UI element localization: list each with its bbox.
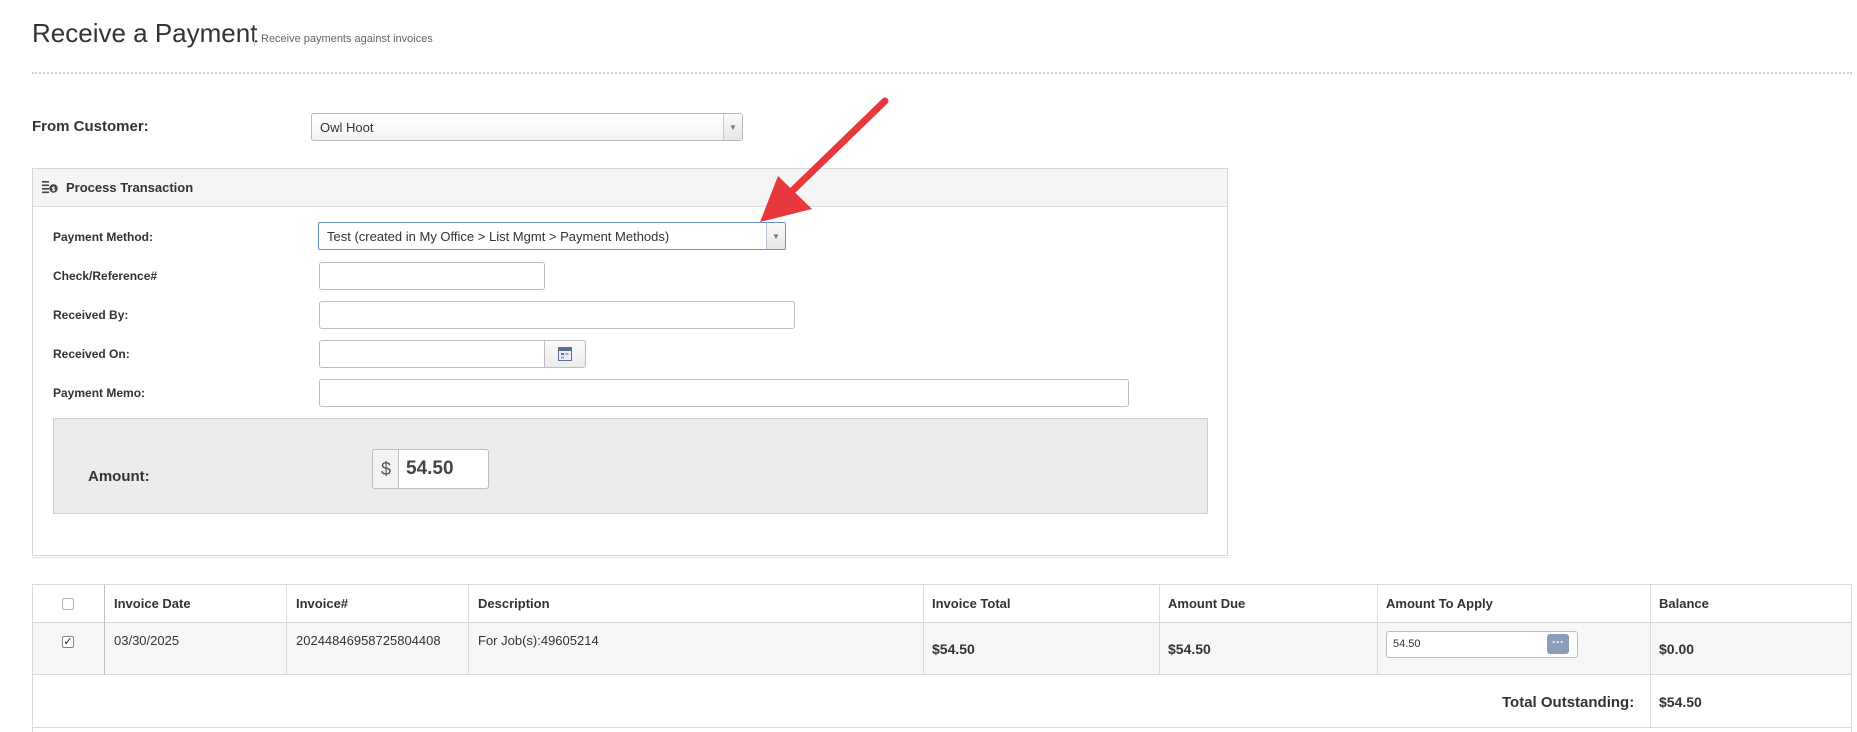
chevron-down-icon[interactable]: ▼ — [766, 223, 785, 249]
column-divider — [104, 585, 105, 674]
column-header-invoice-total[interactable]: Invoice Total — [932, 596, 1011, 611]
invoice-total-cell: $54.50 — [932, 641, 975, 657]
received-on-input[interactable] — [319, 340, 545, 368]
page-subtitle: Receive payments against invoices — [261, 33, 433, 45]
column-header-amount-due[interactable]: Amount Due — [1168, 596, 1245, 611]
amount-label: Amount: — [88, 468, 150, 485]
balance-cell: $0.00 — [1659, 641, 1695, 657]
column-header-balance[interactable]: Balance — [1659, 596, 1709, 611]
calendar-icon — [558, 347, 572, 361]
column-header-invoice-number[interactable]: Invoice# — [296, 596, 348, 611]
column-header-invoice-date[interactable]: Invoice Date — [114, 596, 191, 611]
amount-input[interactable] — [398, 449, 489, 489]
payment-method-label: Payment Method: — [53, 230, 154, 244]
received-on-label: Received On: — [53, 347, 130, 361]
panel-title: Process Transaction — [66, 180, 194, 195]
column-divider — [1650, 585, 1651, 727]
total-outstanding-label: Total Outstanding: — [1502, 694, 1635, 711]
svg-text:$: $ — [51, 186, 55, 193]
invoice-date-cell: 03/30/2025 — [114, 633, 180, 648]
column-divider — [1377, 585, 1378, 674]
select-all-checkbox[interactable] — [62, 598, 74, 610]
customer-select-value: Owl Hoot — [320, 120, 374, 135]
payment-method-value: Test (created in My Office > List Mgmt >… — [327, 229, 670, 244]
title-divider — [254, 30, 255, 46]
invoice-number-cell: 20244846958725804408 — [296, 633, 441, 648]
row-divider — [33, 727, 1851, 728]
coins-icon: $ — [42, 181, 58, 194]
column-header-description[interactable]: Description — [478, 596, 550, 611]
column-divider — [1159, 585, 1160, 674]
total-outstanding-value: $54.50 — [1659, 694, 1702, 710]
customer-select[interactable]: Owl Hoot ▼ — [311, 113, 743, 141]
column-header-amount-to-apply[interactable]: Amount To Apply — [1386, 596, 1493, 611]
payment-memo-label: Payment Memo: — [53, 386, 146, 400]
amount-due-cell: $54.50 — [1168, 641, 1211, 657]
description-cell: For Job(s):49605214 — [478, 633, 599, 648]
amount-box — [53, 418, 1208, 514]
check-reference-label: Check/Reference# — [53, 269, 158, 283]
amount-to-apply-value: 54.50 — [1393, 638, 1421, 650]
received-by-input[interactable] — [319, 301, 795, 329]
page-title: Receive a Payment — [32, 18, 258, 48]
panel-bottom-divider — [32, 557, 1228, 558]
row-divider — [33, 674, 1851, 675]
column-divider — [286, 585, 287, 674]
payment-memo-input[interactable] — [319, 379, 1129, 407]
check-reference-input[interactable] — [319, 262, 545, 290]
received-by-label: Received By: — [53, 308, 129, 322]
payment-method-select[interactable]: Test (created in My Office > List Mgmt >… — [318, 222, 786, 250]
row-checkbox[interactable]: ✓ — [62, 636, 74, 648]
calendar-button[interactable] — [544, 340, 586, 368]
chevron-down-icon[interactable]: ▼ — [723, 114, 742, 140]
panel-header — [33, 169, 1227, 207]
more-options-button[interactable]: ··· — [1547, 634, 1569, 654]
row-divider — [33, 622, 1851, 623]
header-divider — [32, 72, 1852, 74]
column-divider — [468, 585, 469, 674]
from-customer-label: From Customer: — [32, 118, 149, 135]
column-divider — [923, 585, 924, 674]
currency-symbol: $ — [372, 449, 399, 489]
